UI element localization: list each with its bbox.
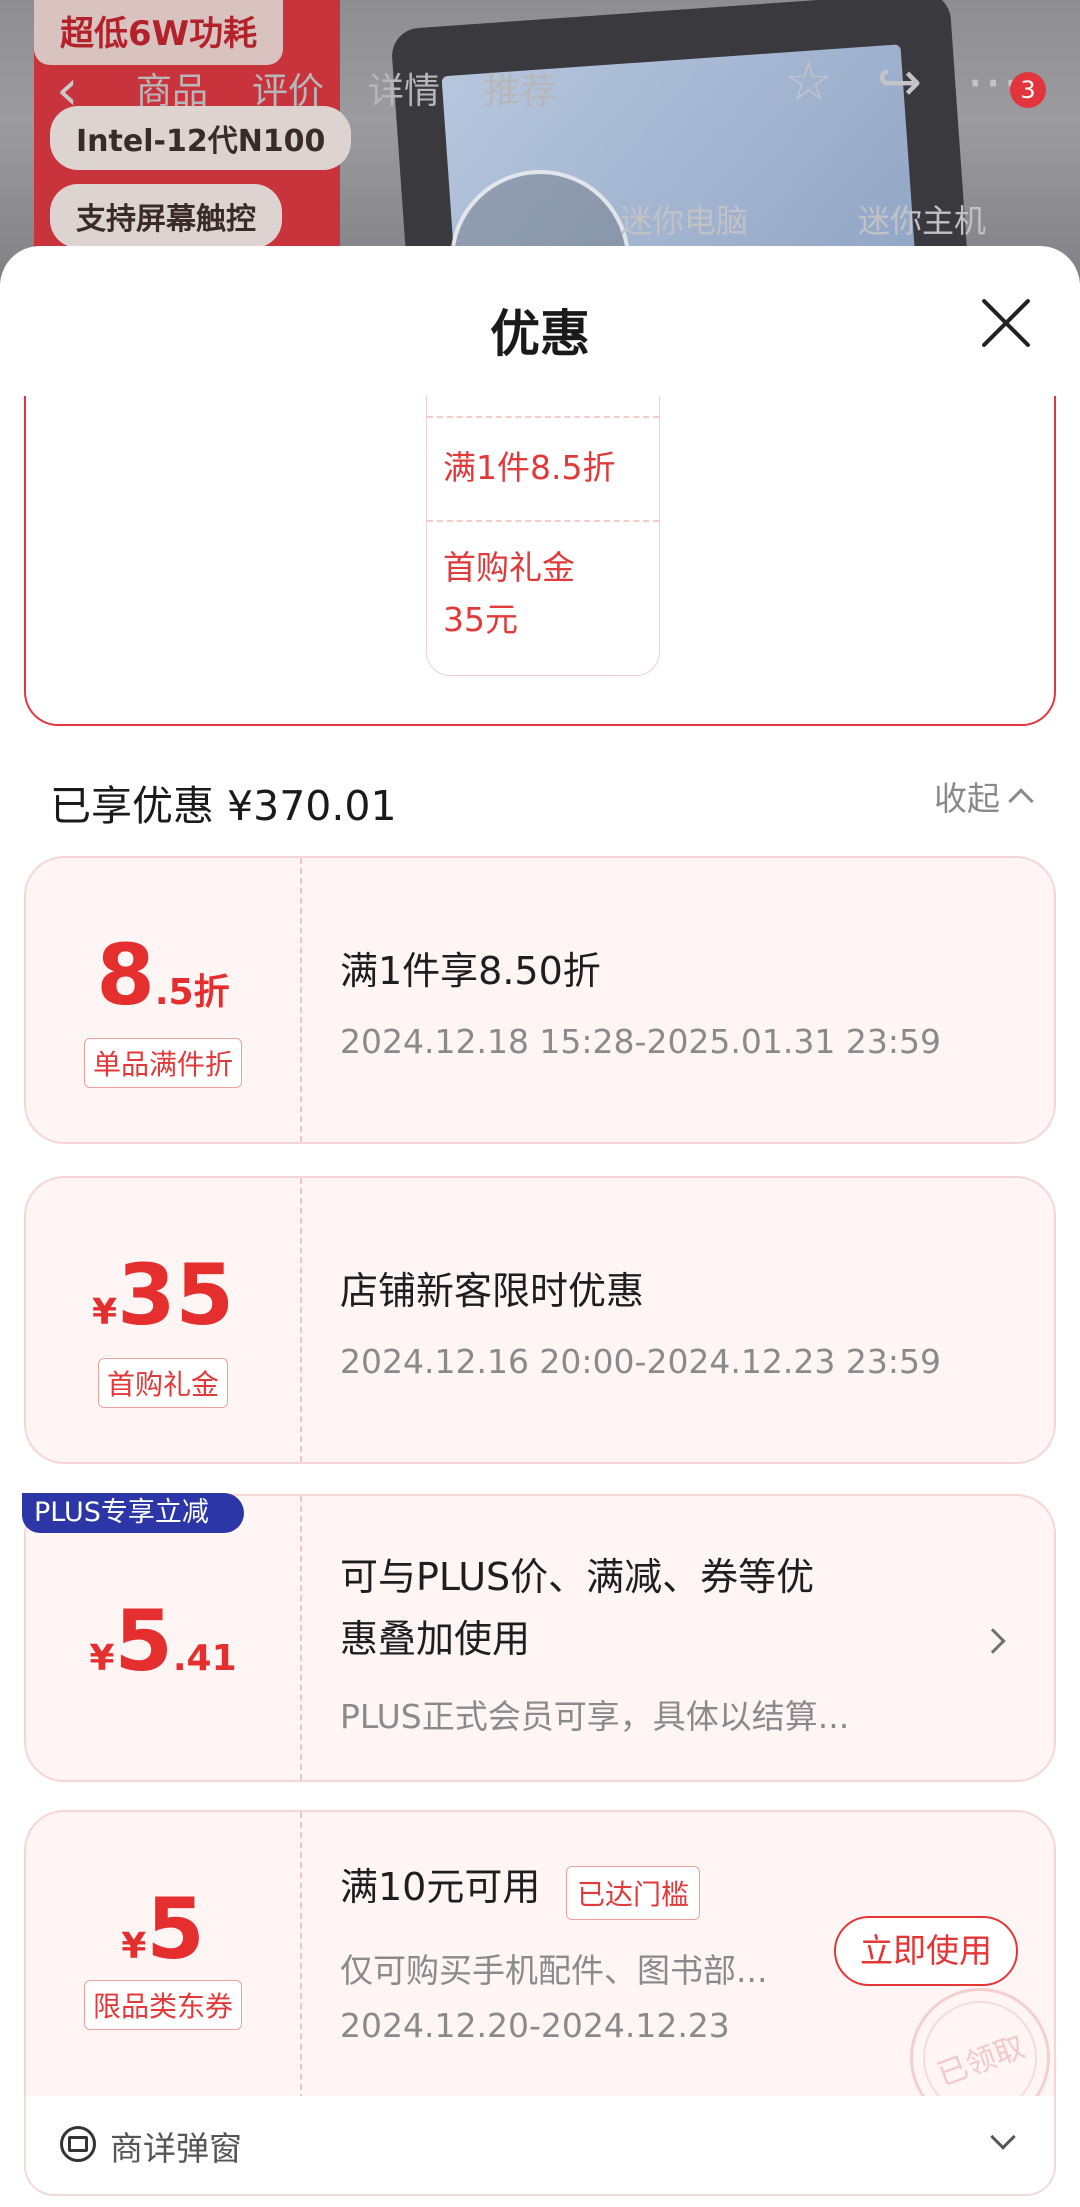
coupon-tag-label: 限品类东券 [83, 1980, 242, 2030]
amount-big: 5 [146, 1880, 205, 1978]
coupon-tag: 单品满件折 [26, 1038, 300, 1088]
coupon-validity: 2024.12.20-2024.12.23 [340, 2006, 730, 2045]
coupon-divider [300, 1496, 302, 1780]
coupon-card[interactable]: ¥5 限品类东券 满10元可用 已达门槛 仅可购买手机配件、图书部... 202… [24, 1810, 1070, 2148]
product-tabs: 商品 评价 详情 推荐 [136, 62, 556, 114]
coupon-desc: PLUS正式会员可享，具体以结算... [340, 1697, 850, 1736]
coupon-tag-label: 首购礼金 [97, 1358, 228, 1408]
collapse-label: 收起 [934, 779, 1000, 818]
coupon-tag-label: 单品满件折 [83, 1038, 242, 1088]
coupon-title-line1: 可与PLUS价、满减、券等优 [340, 1555, 815, 1599]
bottom-bar[interactable]: 商详弹窗 [24, 2096, 1056, 2196]
amount-small: .5折 [154, 972, 230, 1013]
collapse-button[interactable]: 收起 [934, 772, 1034, 820]
screen: 超低6W功耗 Intel-12代N100 支持屏幕触控 ‹ 商品 评价 详情 推… [0, 0, 1080, 2207]
coupon-amount: ¥5.41 [26, 1592, 300, 1690]
coupon-validity: 2024.12.18 15:28-2025.01.31 23:59 [340, 1022, 941, 1061]
tab-reviews[interactable]: 评价 [252, 62, 324, 114]
yen-symbol: ¥ [121, 1926, 147, 1967]
notification-badge: 3 [1010, 72, 1046, 108]
coupon-desc: 仅可购买手机配件、图书部... [340, 1951, 768, 1990]
coupon-divider [300, 858, 302, 1142]
coupon-divider [300, 1178, 302, 1462]
share-icon[interactable]: ↪ [877, 50, 922, 113]
use-now-button[interactable]: 立即使用 [834, 1916, 1018, 1986]
yen-symbol: ¥ [92, 1292, 118, 1333]
touch-pill: 支持屏幕触控 [50, 184, 282, 248]
back-icon[interactable]: ‹ [56, 58, 78, 123]
nav-actions: ☆ ↪ ⋯ [784, 50, 1020, 113]
coupon-title: 满1件享8.50折 [340, 949, 601, 993]
chevron-up-icon [1008, 788, 1034, 814]
coupon-card-plus[interactable]: ¥5.41 可与PLUS价、满减、券等优 惠叠加使用 PLUS正式会员可享，具体… [24, 1494, 1056, 1782]
popup-icon [60, 2126, 96, 2162]
coupon-tag: 首购礼金 [26, 1358, 300, 1408]
tab-recommend[interactable]: 推荐 [484, 62, 556, 114]
plus-badge: PLUS专享立减 [22, 1493, 244, 1533]
yen-symbol: ¥ [89, 1638, 115, 1679]
promo-list: 满1件8.5折 首购礼金 35元 [426, 396, 660, 676]
product-nav-bar: ‹ 商品 评价 详情 推荐 ☆ ↪ ⋯ 3 [0, 40, 1080, 150]
coupon-card[interactable]: 8.5折 单品满件折 满1件享8.50折 2024.12.18 15:28-20… [24, 856, 1056, 1144]
coupon-divider [300, 1812, 302, 2110]
amount-big: 35 [117, 1246, 234, 1344]
tab-details[interactable]: 详情 [368, 62, 440, 114]
chevron-right-icon [980, 1628, 1006, 1654]
chevron-down-icon[interactable] [990, 2124, 1016, 2150]
bottom-bar-label: 商详弹窗 [110, 2129, 242, 2168]
amount-small: .41 [172, 1638, 237, 1679]
promo-divider [427, 416, 659, 418]
sheet-title: 优惠 [490, 305, 590, 363]
coupon-amount: 8.5折 [26, 926, 300, 1024]
amount-big: 5 [114, 1592, 173, 1690]
discount-summary: 已享优惠 ¥370.01 [50, 782, 397, 830]
promo-item-first-purchase: 首购礼金 35元 [443, 548, 575, 639]
tab-goods[interactable]: 商品 [136, 62, 208, 114]
coupon-amount: ¥5 [26, 1880, 300, 1978]
coupon-tag: 限品类东券 [26, 1980, 300, 2030]
category-label-mini-host: 迷你主机 [858, 202, 987, 240]
discount-sheet: 优惠 满1件8.5折 首购礼金 35元 已享优惠 ¥370.01 收起 8.5折… [0, 246, 1080, 2207]
coupon-title: 店铺新客限时优惠 [340, 1269, 645, 1313]
category-label-mini-pc: 迷你电脑 [620, 202, 749, 240]
threshold-reached-badge: 已达门槛 [566, 1866, 701, 1920]
coupon-validity: 2024.12.16 20:00-2024.12.23 23:59 [340, 1342, 941, 1381]
promo-divider [427, 520, 659, 522]
close-button[interactable] [978, 296, 1032, 350]
coupon-title: 满10元可用 [340, 1865, 541, 1909]
star-icon[interactable]: ☆ [784, 50, 832, 113]
coupon-title-line2: 惠叠加使用 [340, 1617, 531, 1661]
coupon-card[interactable]: ¥35 首购礼金 店铺新客限时优惠 2024.12.16 20:00-2024.… [24, 1176, 1056, 1464]
coupon-amount: ¥35 [26, 1246, 300, 1344]
amount-big: 8 [96, 926, 155, 1024]
promo-item-discount: 满1件8.5折 [443, 448, 616, 487]
